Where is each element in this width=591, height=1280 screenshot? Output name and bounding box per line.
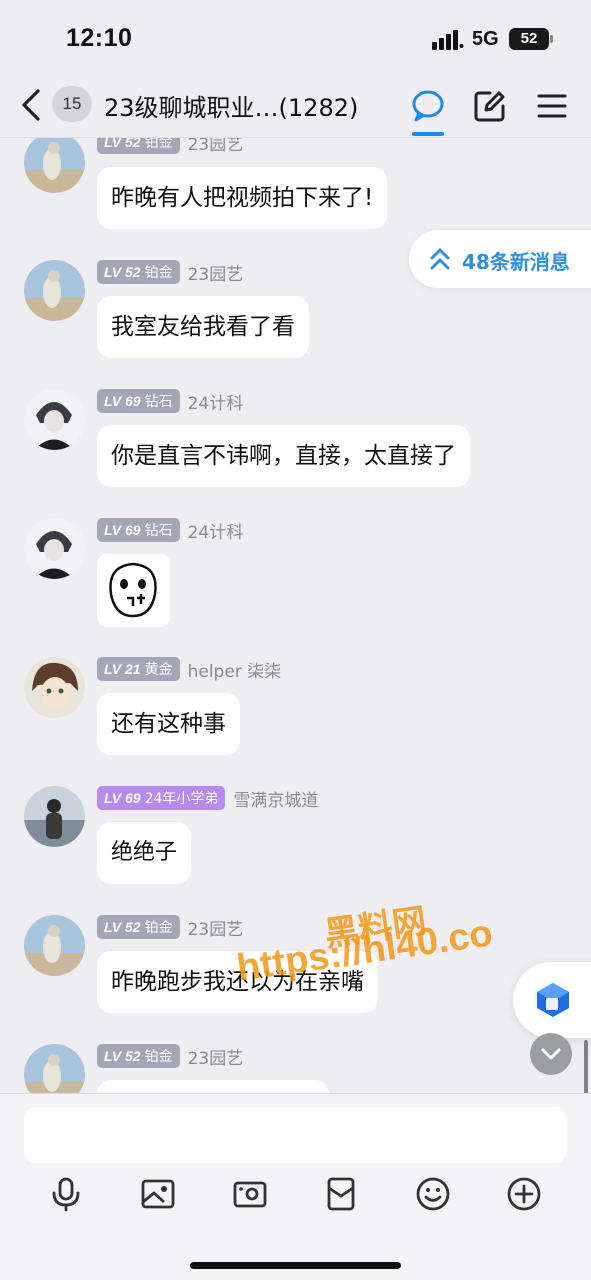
message-item: LV 21 黄金 helper 柒柒 还有这种事 (0, 657, 591, 787)
avatar[interactable] (24, 518, 85, 579)
message-item: LV 69 钻石 24计科 你是直言不讳啊，直接，太直接了 (0, 389, 591, 519)
image-icon[interactable] (140, 1176, 176, 1212)
chat-title[interactable]: 23级聊城职业…(1282) (104, 88, 394, 123)
chat-bubble-icon[interactable] (410, 88, 446, 124)
message-item: LV 69 24年小学弟 雪满京城道 绝绝子 (0, 786, 591, 916)
input-area (0, 1093, 591, 1280)
message-meta: LV 69 钻石 24计科 (97, 518, 244, 543)
message-bubble[interactable] (97, 1080, 329, 1093)
sender-name[interactable]: 24计科 (188, 518, 244, 543)
message-meta: LV 52 铂金 23园艺 (97, 1044, 244, 1069)
avatar[interactable] (24, 389, 85, 450)
sender-name[interactable]: 雪满京城道 (233, 786, 318, 811)
chat-header: 15 23级聊城职业…(1282) (0, 78, 591, 138)
new-messages-label: 48条新消息 (462, 250, 570, 274)
scroll-to-bottom-button[interactable] (530, 1033, 572, 1075)
sticker-image[interactable] (97, 554, 170, 627)
edit-icon[interactable] (472, 88, 508, 124)
emoji-icon[interactable] (415, 1176, 451, 1212)
message-bubble[interactable]: 昨晚有人把视频拍下来了! (97, 167, 388, 229)
level-badge: LV 69 24年小学弟 (97, 786, 226, 810)
message-item: LV 52 铂金 23园艺 (0, 1044, 591, 1093)
level-badge: LV 52 铂金 (97, 915, 180, 939)
sender-name[interactable]: 24计科 (188, 389, 244, 414)
message-meta: LV 21 黄金 helper 柒柒 (97, 657, 282, 682)
level-badge: LV 21 黄金 (97, 657, 180, 681)
camera-icon[interactable] (232, 1176, 268, 1212)
scrollbar[interactable] (584, 1040, 588, 1094)
message-meta: LV 69 24年小学弟 雪满京城道 (97, 786, 318, 811)
app-cube-icon (537, 983, 569, 1017)
back-icon[interactable] (18, 88, 44, 122)
status-time: 12:10 (66, 24, 133, 52)
avatar[interactable] (24, 915, 85, 976)
message-bubble[interactable]: 昨晚跑步我还以为在亲嘴 (97, 951, 378, 1013)
message-meta: LV 52 铂金 23园艺 (97, 915, 244, 940)
battery-tip (550, 35, 553, 43)
level-badge: LV 52 铂金 (97, 260, 180, 284)
new-messages-button[interactable]: 48条新消息 (409, 230, 591, 288)
avatar[interactable] (24, 1044, 85, 1093)
message-bubble[interactable]: 还有这种事 (97, 693, 240, 755)
message-bubble[interactable]: 你是直言不讳啊，直接，太直接了 (97, 425, 470, 487)
avatar[interactable] (24, 260, 85, 321)
avatar[interactable] (24, 138, 85, 193)
message-item: LV 69 钻石 24计科 (0, 518, 591, 638)
active-tab-indicator (412, 132, 444, 136)
red-packet-icon[interactable] (323, 1176, 359, 1212)
message-meta: LV 52 铂金 23园艺 (97, 260, 244, 285)
level-badge: LV 52 铂金 (97, 138, 180, 154)
sender-name[interactable]: 23园艺 (188, 1044, 244, 1069)
sender-name[interactable]: 23园艺 (188, 915, 244, 940)
sender-name[interactable]: 23园艺 (188, 260, 244, 285)
microphone-icon[interactable] (48, 1176, 84, 1212)
double-chevron-up-icon (430, 248, 450, 270)
floating-app-button[interactable] (513, 962, 591, 1038)
message-input[interactable] (24, 1107, 567, 1163)
level-badge: LV 69 钻石 (97, 518, 180, 542)
chevron-down-icon (541, 1048, 561, 1060)
plus-icon[interactable] (506, 1176, 542, 1212)
unread-count-badge[interactable]: 15 (52, 86, 92, 122)
level-badge: LV 69 钻石 (97, 389, 180, 413)
message-item: LV 52 铂金 23园艺 昨晚跑步我还以为在亲嘴 (0, 915, 591, 1045)
avatar[interactable] (24, 786, 85, 847)
sender-name[interactable]: helper 柒柒 (188, 657, 282, 682)
home-indicator[interactable] (190, 1262, 401, 1269)
sender-name[interactable]: 23园艺 (188, 138, 244, 155)
message-meta: LV 52 铂金 23园艺 (97, 138, 244, 155)
battery-level: 52 (509, 28, 549, 50)
message-bubble[interactable]: 我室友给我看了看 (97, 296, 309, 358)
message-meta: LV 69 钻石 24计科 (97, 389, 244, 414)
message-bubble[interactable]: 绝绝子 (97, 822, 192, 884)
level-badge: LV 52 铂金 (97, 1044, 180, 1068)
signal-icon (432, 30, 464, 50)
menu-icon[interactable] (535, 88, 571, 124)
avatar[interactable] (24, 657, 85, 718)
status-bar: 12:10 5G 52 (0, 0, 591, 78)
network-type: 5G (472, 28, 499, 50)
